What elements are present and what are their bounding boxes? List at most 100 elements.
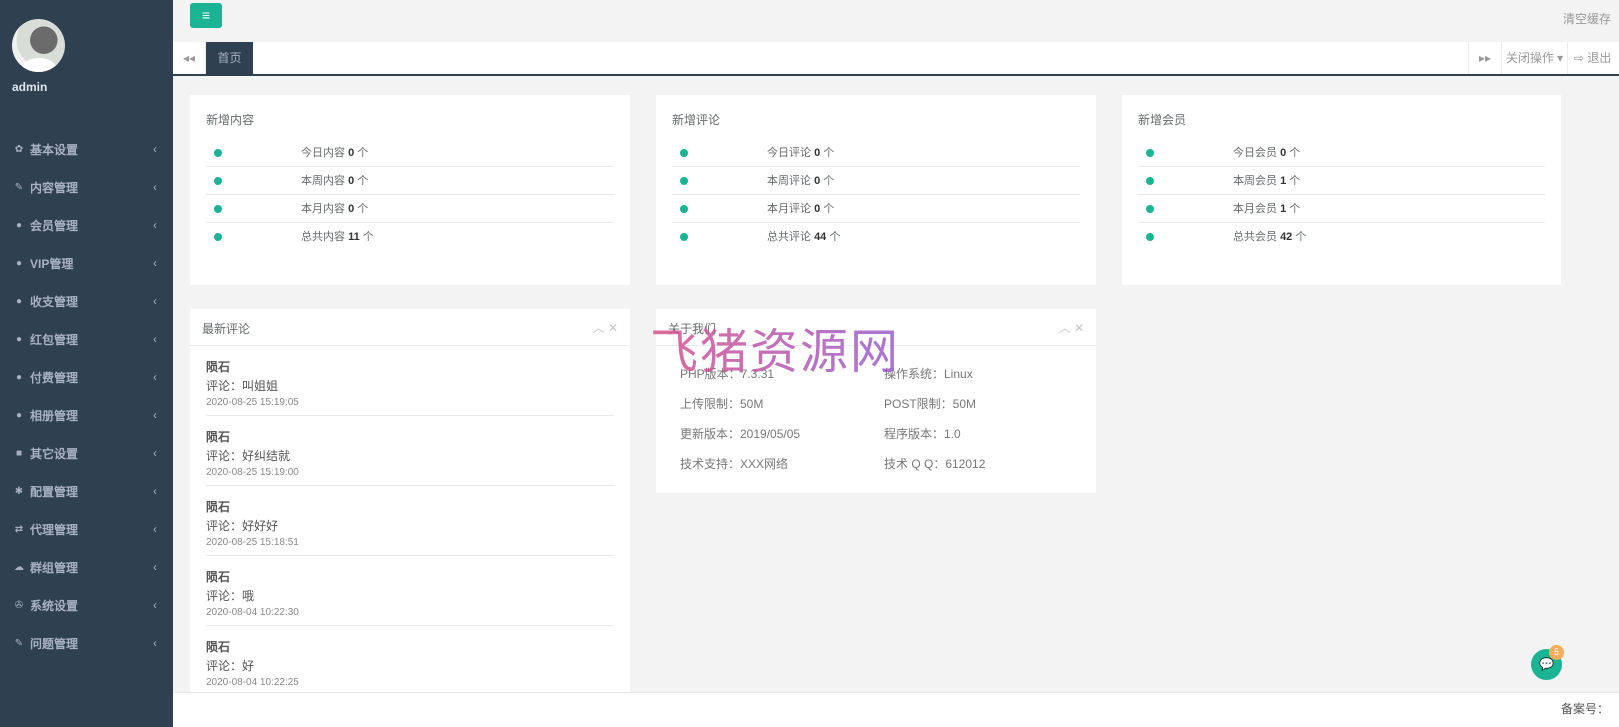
- card-title: 新增评论: [672, 113, 721, 127]
- stat-unit: 个: [357, 203, 369, 215]
- chevron-left-icon: ‹: [153, 180, 157, 194]
- stat-row: 今日评论 0 个: [672, 139, 1080, 167]
- user-icon: ●: [15, 295, 23, 307]
- stat-value: 0: [814, 147, 821, 159]
- tab-home[interactable]: 首页: [206, 42, 253, 74]
- collapse-icon[interactable]: ︿: [1059, 321, 1071, 335]
- username[interactable]: admin: [12, 80, 47, 94]
- stat-label: 今日内容: [301, 147, 345, 159]
- stat-label: 本月内容: [301, 203, 345, 215]
- comment-author: 陨石: [206, 360, 231, 374]
- tab-scroll-left-button[interactable]: ◂◂: [173, 42, 206, 74]
- sidebar-item[interactable]: ■ 其它设置 ‹: [0, 434, 173, 472]
- info-row: 技术支持：XXX网络 技术 Q Q：612012: [672, 448, 1080, 478]
- comment-item: 陨石 评论：叫姐姐 2020-08-25 15:19:05: [206, 346, 614, 416]
- cogs-icon: ✇: [14, 599, 24, 611]
- close-operations-dropdown[interactable]: 关闭操作 ▾: [1501, 42, 1567, 74]
- book-icon: ■: [15, 447, 23, 459]
- comment-time: 2020-08-25 15:18:51: [206, 537, 299, 548]
- menu-toggle-button[interactable]: ≡: [190, 3, 222, 28]
- sidebar-item-label: 基本设置: [30, 142, 79, 157]
- close-icon[interactable]: ✕: [608, 321, 618, 335]
- stat-value: 11: [348, 231, 360, 243]
- sidebar-item[interactable]: ☁ 群组管理 ‹: [0, 548, 173, 586]
- sidebar-item-label: 红包管理: [30, 332, 79, 347]
- sidebar-item[interactable]: ✱ 配置管理 ‹: [0, 472, 173, 510]
- stat-label: 本月评论: [767, 203, 811, 215]
- sidebar-item[interactable]: ✎ 内容管理 ‹: [0, 168, 173, 206]
- info-cell: 操作系统：Linux: [884, 366, 973, 381]
- sidebar-item[interactable]: ● VIP管理 ‹: [0, 244, 173, 282]
- sidebar-nav: ✿ 基本设置 ‹ ✎ 内容管理 ‹ ● 会员管理 ‹ ● VIP管理 ‹ ● 收支管理 ‹ ● 红包管理 ‹ ● 付费…: [0, 130, 173, 662]
- info-cell: POST限制：50M: [884, 396, 977, 411]
- sidebar-item[interactable]: ● 相册管理 ‹: [0, 396, 173, 434]
- chevron-left-icon: ‹: [153, 142, 157, 156]
- stat-unit: 个: [823, 175, 835, 187]
- stat-label: 本周内容: [301, 175, 345, 187]
- sidebar-item[interactable]: ✇ 系统设置 ‹: [0, 586, 173, 624]
- comment-item: 陨石 评论：好 2020-08-04 10:22:25: [206, 626, 614, 696]
- stat-row: 本月内容 0 个: [206, 195, 614, 223]
- stat-value: 42: [1280, 231, 1293, 243]
- chevron-left-icon: ‹: [153, 598, 157, 612]
- stat-row: 本周内容 0 个: [206, 167, 614, 195]
- user-icon: ●: [15, 257, 23, 269]
- comment-time: 2020-08-25 15:19:05: [206, 397, 299, 408]
- chevron-left-icon: ‹: [153, 294, 157, 308]
- stat-row: 本月评论 0 个: [672, 195, 1080, 223]
- status-dot-icon: [1146, 177, 1154, 185]
- status-dot-icon: [214, 177, 222, 185]
- stat-unit: 个: [357, 147, 369, 159]
- collapse-icon[interactable]: ︿: [593, 321, 605, 335]
- stat-row: 总共会员 42 个: [1138, 223, 1545, 251]
- about-us-panel: 关于我们 ︿ ✕ PHP版本：7.3.31 操作系统：Linux 上传限制：50M P…: [656, 309, 1096, 493]
- status-dot-icon: [1146, 149, 1154, 157]
- close-icon[interactable]: ✕: [1074, 321, 1084, 335]
- info-row: 更新版本：2019/05/05 程序版本：1.0: [672, 418, 1080, 448]
- sidebar: admin ✿ 基本设置 ‹ ✎ 内容管理 ‹ ● 会员管理 ‹ ● VIP管理 ‹ ● 收支管理 ‹ ● 红包…: [0, 0, 173, 727]
- stat-row: 总共评论 44 个: [672, 223, 1080, 251]
- sidebar-item[interactable]: ✎ 问题管理 ‹: [0, 624, 173, 662]
- stat-card: 新增评论 今日评论 0 个本周评论 0 个本月评论 0 个总共评论 44 个: [656, 95, 1096, 285]
- info-cell: 技术 Q Q：612012: [884, 456, 986, 471]
- status-dot-icon: [1146, 233, 1154, 241]
- comment-time: 2020-08-04 10:22:30: [206, 607, 299, 618]
- status-dot-icon: [214, 205, 222, 213]
- chevron-left-icon: ‹: [153, 332, 157, 346]
- sidebar-item-label: VIP管理: [30, 256, 74, 271]
- status-dot-icon: [680, 177, 688, 185]
- comment-icon: ☁: [14, 561, 24, 573]
- tab-scroll-right-button[interactable]: ▸▸: [1468, 42, 1501, 74]
- info-cell: 程序版本：1.0: [884, 426, 961, 441]
- comment-item: 陨石 评论：好好好 2020-08-25 15:18:51: [206, 486, 614, 556]
- comment-author: 陨石: [206, 640, 231, 654]
- user-icon: ●: [15, 409, 23, 421]
- stat-card: 新增会员 今日会员 0 个本周会员 1 个本月会员 1 个总共会员 42 个: [1122, 95, 1561, 285]
- clear-cache-link[interactable]: 清空缓存: [1563, 10, 1611, 27]
- footer: 备案号：: [173, 692, 1619, 727]
- card-title: 新增会员: [1138, 113, 1187, 127]
- avatar[interactable]: [12, 19, 65, 72]
- sidebar-item[interactable]: ● 付费管理 ‹: [0, 358, 173, 396]
- stat-label: 本月会员: [1233, 203, 1277, 215]
- status-dot-icon: [214, 233, 222, 241]
- sidebar-item-label: 问题管理: [30, 636, 79, 651]
- comments-icon: 💬: [1539, 657, 1554, 671]
- sidebar-item-label: 收支管理: [30, 294, 79, 309]
- sidebar-item[interactable]: ✿ 基本设置 ‹: [0, 130, 173, 168]
- stat-row: 本周评论 0 个: [672, 167, 1080, 195]
- stat-value: 0: [348, 203, 355, 215]
- chevron-left-icon: ‹: [153, 560, 157, 574]
- comment-text: 评论：好: [206, 659, 255, 673]
- info-cell: 上传限制：50M: [680, 396, 764, 411]
- sidebar-item[interactable]: ● 收支管理 ‹: [0, 282, 173, 320]
- stat-unit: 个: [823, 203, 835, 215]
- asterisk-icon: ✱: [14, 485, 24, 497]
- stat-row: 今日会员 0 个: [1138, 139, 1545, 167]
- sidebar-item[interactable]: ⇄ 代理管理 ‹: [0, 510, 173, 548]
- sidebar-item[interactable]: ● 会员管理 ‹: [0, 206, 173, 244]
- info-row: 上传限制：50M POST限制：50M: [672, 388, 1080, 418]
- stat-value: 1: [1280, 175, 1287, 187]
- logout-button[interactable]: ⇨ 退出: [1567, 42, 1619, 74]
- sidebar-item[interactable]: ● 红包管理 ‹: [0, 320, 173, 358]
